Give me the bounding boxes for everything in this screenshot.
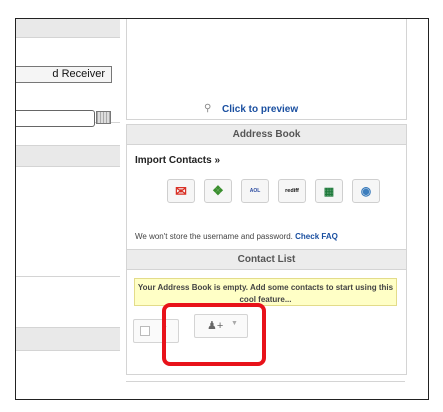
address-book-panel: Import Contacts » ✉ ❖ AOL rediff ▦ ◉ We … — [126, 144, 407, 259]
address-book-header: Address Book — [126, 124, 407, 145]
checkbox-icon[interactable] — [140, 326, 150, 336]
click-to-preview-link[interactable]: Click to preview — [222, 104, 298, 115]
bottom-panel — [126, 381, 405, 399]
aol-icon[interactable]: AOL — [241, 179, 269, 203]
left-section-header — [16, 19, 120, 38]
empty-address-book-message: Your Address Book is empty. Add some con… — [134, 278, 397, 306]
disclaimer-text: We won't store the username and password… — [135, 232, 293, 241]
rediff-icon[interactable]: rediff — [278, 179, 306, 203]
privacy-disclaimer: We won't store the username and password… — [135, 232, 338, 241]
left-section2-body — [16, 166, 120, 277]
gmail-icon[interactable]: ✉ — [167, 179, 195, 203]
preview-panel: ⚲ Click to preview — [126, 19, 407, 120]
left-section2-header — [16, 145, 120, 167]
outlook-icon[interactable]: ◉ — [352, 179, 380, 203]
import-contacts-title: Import Contacts » — [135, 155, 221, 166]
date-input[interactable] — [16, 110, 95, 127]
contact-list-header: Contact List — [126, 249, 407, 270]
check-faq-link[interactable]: Check FAQ — [295, 232, 338, 241]
left-section3-header — [16, 327, 120, 351]
excel-icon[interactable]: ▦ — [315, 179, 343, 203]
highlight-box — [162, 303, 266, 366]
magnifier-icon: ⚲ — [204, 103, 212, 114]
receiver-button[interactable]: d Receiver — [16, 66, 112, 83]
calendar-icon[interactable] — [96, 111, 111, 124]
windows-icon[interactable]: ❖ — [204, 179, 232, 203]
provider-list: ✉ ❖ AOL rediff ▦ ◉ — [167, 179, 380, 203]
